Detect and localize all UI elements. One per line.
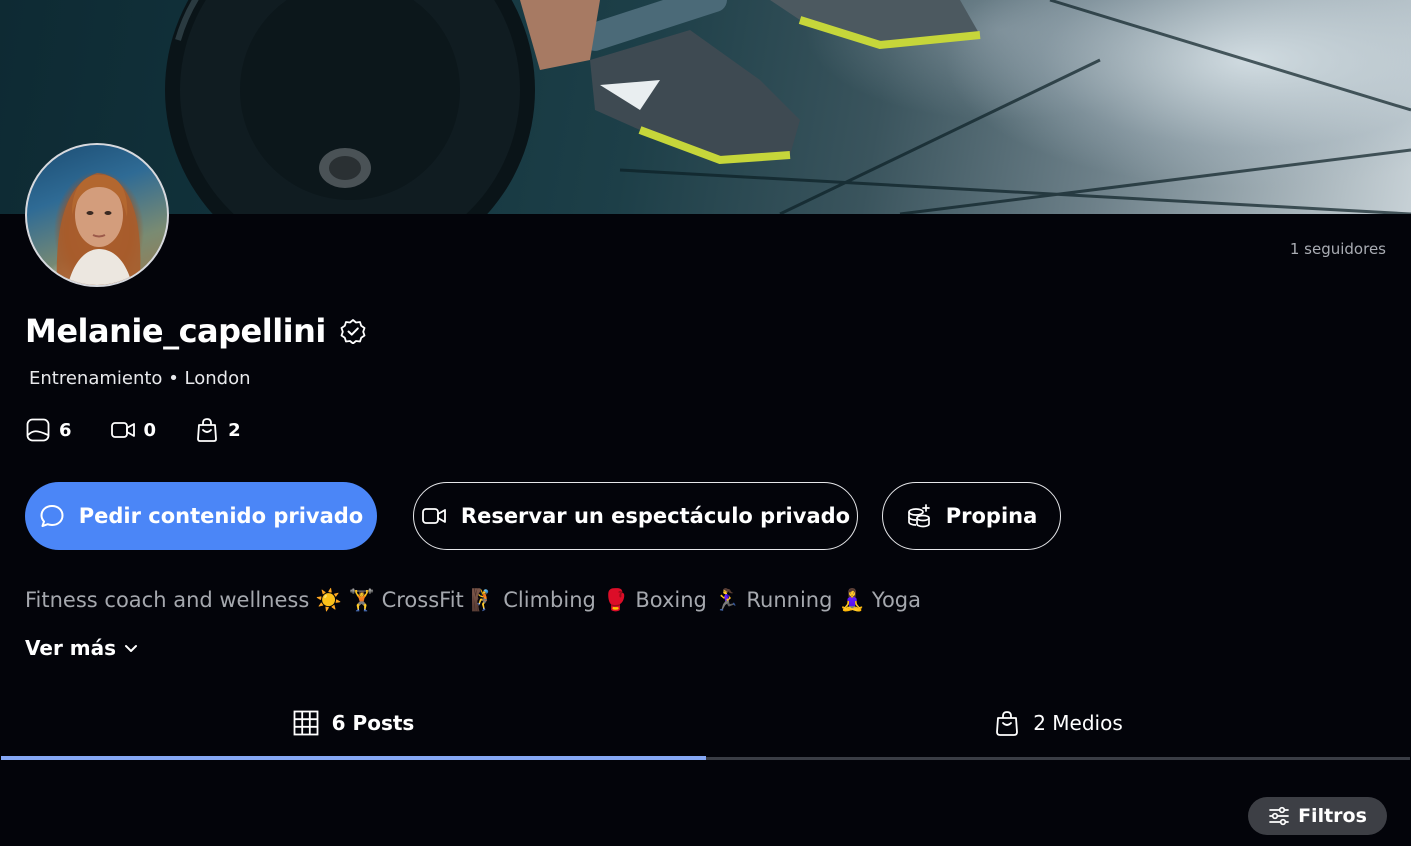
- stats-row: 6 0 2: [25, 417, 279, 443]
- content-tabs: 6 Posts 2 Medios: [1, 690, 1410, 762]
- username: Melanie_capellini: [25, 312, 326, 350]
- stat-photos: 6: [25, 417, 72, 443]
- tab-media[interactable]: 2 Medios: [706, 690, 1410, 756]
- grid-icon: [293, 710, 319, 736]
- request-content-button[interactable]: Pedir contenido privado: [25, 482, 377, 550]
- stat-videos: 0: [110, 417, 157, 443]
- tab-media-label: 2 Medios: [1033, 711, 1123, 735]
- cover-illustration: [165, 0, 1411, 214]
- meta-separator: •: [168, 368, 179, 389]
- tab-posts-label: 6 Posts: [331, 711, 415, 735]
- verified-badge-icon: [340, 318, 366, 345]
- profile-meta: Entrenamiento • London: [29, 368, 251, 389]
- tip-button[interactable]: Propina: [882, 482, 1061, 550]
- filters-button[interactable]: Filtros: [1248, 797, 1387, 835]
- tab-active-indicator: [1, 756, 706, 760]
- avatar-photo: [56, 173, 141, 285]
- image-icon: [26, 418, 50, 442]
- video-icon: [110, 422, 135, 438]
- book-show-button[interactable]: Reservar un espectáculo privado: [413, 482, 858, 550]
- see-more-label: Ver más: [25, 636, 117, 660]
- filters-label: Filtros: [1298, 805, 1367, 827]
- book-show-label: Reservar un espectáculo privado: [460, 504, 851, 528]
- bio-text: Fitness coach and wellness ☀️ 🏋 CrossFit…: [25, 588, 921, 612]
- category: Entrenamiento: [29, 368, 163, 389]
- tab-posts[interactable]: 6 Posts: [1, 690, 705, 756]
- bio-fade-divider: [0, 624, 1411, 628]
- videos-count: 0: [143, 419, 157, 441]
- chat-bubble-icon: [40, 505, 64, 527]
- shopping-bag-icon: [197, 418, 217, 442]
- video-camera-icon: [422, 508, 446, 524]
- followers-count[interactable]: 1 seguidores: [1290, 240, 1386, 258]
- profile-page: 1 seguidores Melanie_capellini Entrenami…: [0, 0, 1411, 846]
- request-content-label: Pedir contenido privado: [78, 504, 364, 528]
- coins-icon: [907, 504, 930, 528]
- tip-label: Propina: [945, 504, 1038, 528]
- shopping-bag-icon: [996, 711, 1019, 736]
- cover-photo: [0, 0, 1411, 214]
- see-more-link[interactable]: Ver más: [25, 636, 140, 660]
- products-count: 2: [228, 419, 241, 441]
- sliders-icon: [1269, 806, 1289, 826]
- location: London: [184, 368, 251, 389]
- chevron-down-icon: [125, 645, 138, 652]
- avatar[interactable]: [25, 143, 169, 287]
- username-row: Melanie_capellini: [25, 312, 366, 350]
- tab-divider: [706, 757, 1410, 760]
- stat-products: 2: [194, 417, 241, 443]
- photos-count: 6: [59, 419, 72, 441]
